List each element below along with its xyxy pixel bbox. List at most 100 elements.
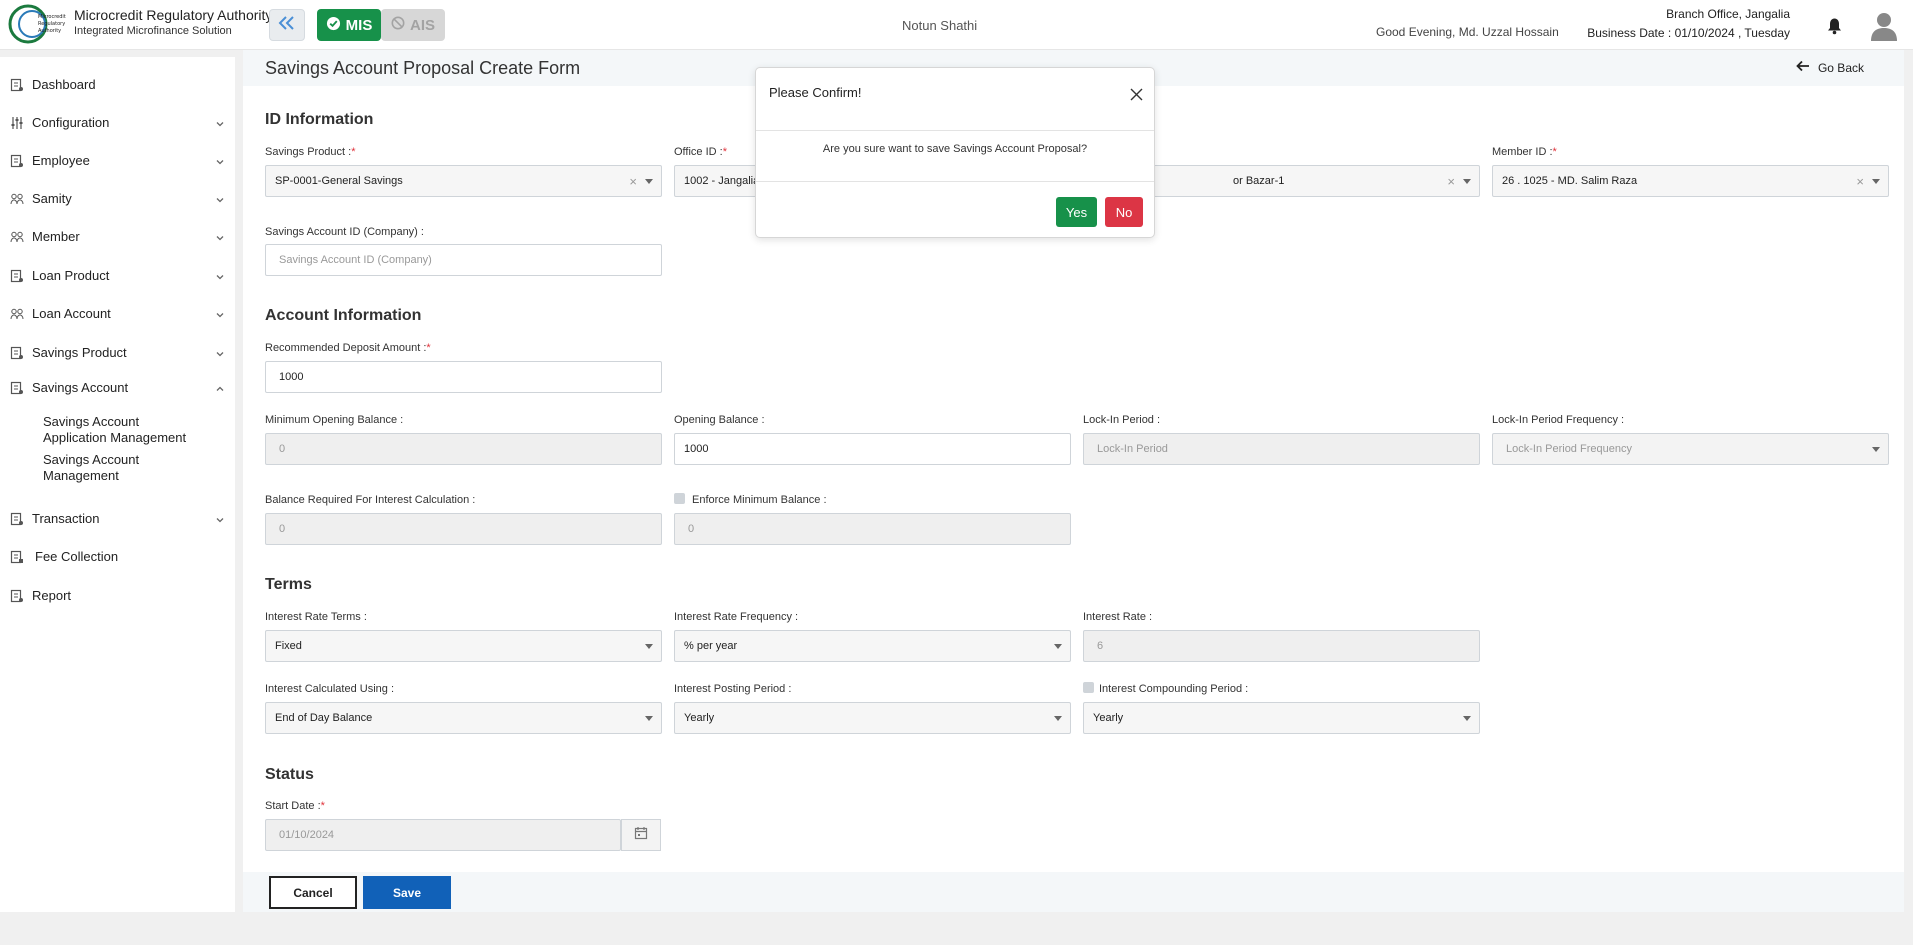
sidebar-subitem-application-management[interactable]: Savings Account Application Management	[43, 414, 186, 446]
lock-in-frequency-select: Lock-In Period Frequency	[1492, 433, 1889, 465]
samity-value: or Bazar-1	[1233, 175, 1285, 187]
opening-balance-input[interactable]: 1000	[674, 433, 1071, 465]
interest-calc-using-select[interactable]: End of Day Balance	[265, 702, 662, 734]
min-opening-balance-input: 0	[265, 433, 662, 465]
sidebar-item-label: Loan Account	[32, 306, 111, 321]
chevron-down-icon	[215, 347, 225, 362]
sidebar-item-loan-product[interactable]: Loan Product	[10, 268, 225, 283]
close-icon[interactable]	[1130, 88, 1143, 106]
calendar-button[interactable]	[621, 819, 661, 851]
svg-text:Microcredit: Microcredit	[38, 14, 66, 20]
sidebar-item-savings-product[interactable]: Savings Product	[10, 345, 225, 360]
branch-name: Branch Office, Jangalia	[1666, 7, 1790, 21]
lock-in-period-input: Lock-In Period	[1083, 433, 1480, 465]
user-avatar-icon[interactable]	[1869, 10, 1899, 47]
account-id-company-input[interactable]: Savings Account ID (Company)	[265, 244, 662, 276]
interest-rate-frequency-select[interactable]: % per year	[674, 630, 1071, 662]
dropdown-caret-icon	[1463, 179, 1471, 184]
member-id-select[interactable]: 26 . 1025 - MD. Salim Raza ×	[1492, 165, 1889, 197]
ais-button[interactable]: AIS	[381, 9, 445, 41]
interest-compounding-period-value: Yearly	[1093, 712, 1124, 724]
interest-posting-period-label: Interest Posting Period :	[674, 683, 792, 695]
lock-in-period-label: Lock-In Period :	[1083, 414, 1161, 426]
organization-name: Notun Shathi	[902, 18, 978, 33]
sidebar-item-label: Member	[32, 229, 80, 244]
cancel-button[interactable]: Cancel	[269, 876, 357, 909]
interest-calc-using-label: Interest Calculated Using :	[265, 683, 395, 695]
sidebar-item-label: Savings Account	[32, 380, 129, 395]
chevron-down-icon	[215, 270, 225, 285]
go-back-button[interactable]: Go Back	[1796, 60, 1864, 75]
sidebar-item-report[interactable]: Report	[10, 588, 225, 603]
interest-rate-terms-value: Fixed	[275, 640, 302, 652]
dropdown-caret-icon	[1054, 716, 1062, 721]
sidebar-item-configuration[interactable]: Configuration	[10, 115, 225, 130]
subitem-line: Savings Account	[43, 414, 140, 429]
interest-rate-terms-select[interactable]: Fixed	[265, 630, 662, 662]
employee-icon	[10, 154, 24, 168]
greeting-text: Good Evening, Md. Uzzal Hossain	[1376, 25, 1559, 39]
sidebar: Dashboard Configuration Employee Samity …	[0, 57, 235, 912]
sidebar-subitem-account-management[interactable]: Savings Account Management	[43, 452, 139, 484]
dialog-title: Please Confirm!	[769, 85, 862, 100]
svg-text:Authority: Authority	[38, 28, 61, 34]
savings-product-select[interactable]: SP-0001-General Savings ×	[265, 165, 662, 197]
interest-calc-using-value: End of Day Balance	[275, 712, 373, 724]
balance-required-input: 0	[265, 513, 662, 545]
clear-icon[interactable]: ×	[1447, 174, 1455, 189]
recommended-deposit-label: Recommended Deposit Amount :*	[265, 342, 431, 354]
fee-icon	[10, 550, 24, 564]
collapse-sidebar-button[interactable]	[269, 9, 305, 41]
dialog-message: Are you sure want to save Savings Accoun…	[822, 143, 1088, 155]
page-title: Savings Account Proposal Create Form	[265, 58, 581, 78]
sidebar-item-samity[interactable]: Samity	[10, 191, 225, 206]
calendar-icon	[634, 826, 648, 845]
interest-posting-period-value: Yearly	[684, 712, 715, 724]
form-footer	[243, 872, 1904, 912]
sidebar-item-transaction[interactable]: Transaction	[10, 511, 225, 526]
start-date-input[interactable]: 01/10/2024	[265, 819, 621, 851]
sidebar-item-dashboard[interactable]: Dashboard	[10, 77, 225, 92]
chevron-down-icon	[215, 193, 225, 208]
business-date: Business Date : 01/10/2024 , Tuesday	[1587, 26, 1790, 40]
confirm-dialog: Please Confirm! Are you sure want to sav…	[755, 67, 1155, 238]
interest-rate-frequency-value: % per year	[684, 640, 738, 652]
lock-in-frequency-placeholder: Lock-In Period Frequency	[1506, 443, 1632, 455]
go-back-label: Go Back	[1817, 60, 1864, 75]
save-button[interactable]: Save	[363, 876, 451, 909]
subitem-line: Savings Account	[43, 452, 140, 467]
dropdown-caret-icon	[1872, 179, 1880, 184]
sidebar-item-savings-account[interactable]: Savings Account	[10, 380, 225, 395]
enforce-min-balance-label: Enforce Minimum Balance :	[692, 494, 827, 506]
sidebar-item-label: Configuration	[32, 115, 110, 130]
mis-button[interactable]: MIS	[317, 9, 381, 41]
sidebar-item-label: Loan Product	[32, 268, 110, 283]
interest-compounding-checkbox[interactable]	[1083, 682, 1094, 693]
bell-icon[interactable]	[1826, 17, 1843, 40]
savings-product-value: SP-0001-General Savings	[275, 175, 403, 187]
min-opening-balance-label: Minimum Opening Balance :	[265, 414, 404, 426]
dialog-divider	[756, 181, 1154, 182]
clear-icon[interactable]: ×	[629, 174, 637, 189]
document-icon	[10, 346, 24, 360]
savings-product-label: Savings Product :*	[265, 146, 356, 158]
interest-posting-period-select[interactable]: Yearly	[674, 702, 1071, 734]
enforce-min-balance-checkbox[interactable]	[674, 493, 685, 504]
document-icon	[10, 512, 24, 526]
no-button[interactable]: No	[1105, 197, 1143, 227]
recommended-deposit-input[interactable]: 1000	[265, 361, 662, 393]
group-icon	[10, 307, 24, 321]
sidebar-item-fee-collection[interactable]: Fee Collection	[10, 549, 225, 564]
chevron-down-icon	[215, 231, 225, 246]
interest-compounding-period-select[interactable]: Yearly	[1083, 702, 1480, 734]
sidebar-item-employee[interactable]: Employee	[10, 153, 225, 168]
sidebar-item-loan-account[interactable]: Loan Account	[10, 306, 225, 321]
sidebar-item-label: Dashboard	[32, 77, 96, 92]
clear-icon[interactable]: ×	[1856, 174, 1864, 189]
svg-text:Regulatory: Regulatory	[38, 21, 65, 27]
mis-label: MIS	[345, 16, 373, 34]
yes-button[interactable]: Yes	[1056, 197, 1097, 227]
sidebar-item-label: Savings Product	[32, 345, 127, 360]
sidebar-item-member[interactable]: Member	[10, 229, 225, 244]
group-icon	[10, 192, 24, 206]
